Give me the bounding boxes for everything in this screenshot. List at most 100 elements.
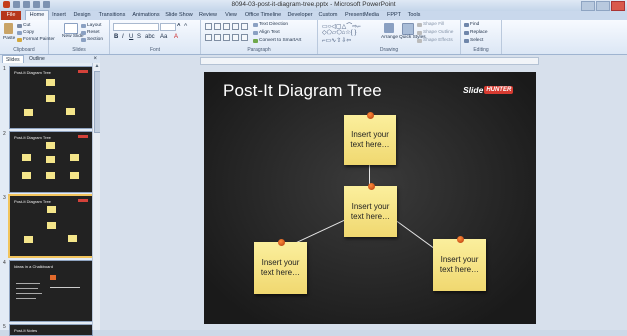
thumbnail-3[interactable]: Post-It Diagram Tree [8, 194, 94, 258]
tab-fppt[interactable]: FPPT [386, 11, 402, 20]
thumbnail-5[interactable]: Post-It Notes [9, 324, 93, 336]
tab-animations[interactable]: Animations [131, 11, 161, 20]
columns-icon[interactable] [241, 34, 248, 41]
post-it-note[interactable]: Insert your text here… [344, 183, 397, 237]
font-size-box[interactable] [160, 23, 176, 31]
underline-button[interactable]: U [129, 34, 133, 40]
shape-outline-button[interactable]: Shape Outline [417, 30, 453, 35]
paste-button[interactable]: Paste [3, 36, 15, 41]
tab-developer[interactable]: Developer [286, 11, 314, 20]
window-controls [581, 1, 625, 11]
clipboard-group: Paste Cut Copy Format Painter Clipboard [0, 20, 55, 54]
text-direction-button[interactable]: Text Direction [253, 22, 288, 27]
justify-icon[interactable] [232, 34, 239, 41]
shadow-button[interactable]: S [137, 34, 141, 40]
tab-office-timeline[interactable]: Office Timeline [243, 11, 283, 20]
pane-close-button[interactable]: × [93, 55, 97, 63]
tab-insert[interactable]: Insert [49, 11, 69, 20]
replace-icon [464, 30, 469, 35]
slide-title[interactable]: Post-It Diagram Tree [223, 81, 382, 101]
tab-design[interactable]: Design [71, 11, 93, 20]
pin-icon [367, 183, 375, 190]
shrink-font-button[interactable]: A [184, 23, 187, 28]
tab-file[interactable]: File [1, 11, 21, 20]
find-button[interactable]: Find [464, 22, 479, 27]
find-icon [464, 22, 469, 27]
reset-button[interactable]: Reset [81, 30, 100, 35]
slides-pane-tabs: Slides Outline × [0, 55, 100, 64]
new-slide-icon [64, 23, 78, 34]
tab-outline[interactable]: Outline [26, 55, 48, 63]
strikethrough-button[interactable]: abc [145, 34, 155, 40]
shape-fill-button[interactable]: Shape Fill [417, 22, 444, 27]
align-right-icon[interactable] [223, 34, 230, 41]
tab-review[interactable]: Review [197, 11, 219, 20]
section-icon [81, 37, 86, 42]
thumbnail-title: Post-It Notes [14, 328, 38, 333]
note-text-line2: text here… [260, 268, 301, 277]
tab-custom[interactable]: Custom [317, 11, 339, 20]
font-color-button[interactable]: A [174, 34, 178, 40]
thumbnail-2[interactable]: Post-It Diagram Tree [9, 131, 93, 193]
thumbnail-logo [78, 199, 88, 202]
thumbnail-number: 4 [3, 260, 6, 266]
align-text-button[interactable]: Align Text [253, 30, 280, 35]
tab-slide-show[interactable]: Slide Show [164, 11, 194, 20]
tab-tools[interactable]: Tools [405, 11, 423, 20]
thumbnail-note [46, 156, 55, 163]
tab-home[interactable]: Home [25, 10, 49, 20]
section-button[interactable]: Section [81, 37, 103, 42]
pin-icon [456, 236, 464, 243]
slide-canvas[interactable]: Post-It Diagram Tree Slide HUNTER Insert… [204, 72, 536, 324]
select-button[interactable]: Select [464, 38, 483, 43]
change-case-button[interactable]: Aa [160, 34, 167, 40]
note-text-line2: text here… [350, 211, 391, 221]
post-it-note[interactable]: Insert your text here… [433, 236, 486, 291]
align-left-icon[interactable] [205, 34, 212, 41]
thumbnail-note [47, 222, 56, 229]
grow-font-button[interactable]: A [177, 23, 180, 28]
thumbnail-note [70, 172, 79, 179]
outline-icon [417, 30, 422, 35]
font-name-box[interactable] [113, 23, 159, 31]
minimize-button[interactable] [581, 1, 595, 11]
cut-button[interactable]: Cut [17, 23, 30, 28]
decrease-indent-icon[interactable] [223, 23, 230, 30]
thumbnail-note [22, 172, 31, 179]
post-it-note[interactable]: Insert your text here… [254, 239, 307, 294]
align-center-icon[interactable] [214, 34, 221, 41]
line-spacing-icon[interactable] [241, 23, 248, 30]
increase-indent-icon[interactable] [232, 23, 239, 30]
copy-button[interactable]: Copy [17, 30, 34, 35]
shapes-gallery-row3[interactable]: ⌐▭∿⇧⇩⇦ [322, 37, 351, 44]
tab-transitions[interactable]: Transitions [96, 11, 128, 20]
bold-button[interactable]: B [114, 34, 118, 40]
tab-view[interactable]: View [222, 11, 240, 20]
bullets-icon[interactable] [205, 23, 212, 30]
thumbnail-title: Post-It Diagram Tree [14, 70, 51, 75]
ribbon: Paste Cut Copy Format Painter Clipboard … [0, 20, 627, 55]
text-direction-label: Text Direction [259, 22, 289, 27]
thumbnail-4[interactable]: Ideas in a Chalkboard [9, 260, 93, 322]
maximize-button[interactable] [596, 1, 610, 11]
shape-effects-button[interactable]: Shape Effects [417, 38, 453, 43]
close-button[interactable] [611, 1, 625, 11]
shapes-gallery-row2[interactable]: ◇⬠▱⬡⌂☆{ } [322, 29, 356, 36]
tab-presentmedia[interactable]: PresentMedia [342, 11, 382, 20]
shape-effects-label: Shape Effects [423, 38, 453, 43]
reset-label: Reset [87, 30, 100, 35]
convert-smartart-button[interactable]: Convert to SmartArt [253, 38, 301, 43]
thumbnail-1[interactable]: Post-It Diagram Tree [9, 66, 93, 129]
thumbnail-note [66, 108, 75, 115]
numbering-icon[interactable] [214, 23, 221, 30]
italic-button[interactable]: I [122, 34, 124, 40]
thumbnail-number: 2 [3, 131, 6, 137]
slides-group: New Slide Layout Reset Section Slides [49, 20, 110, 54]
thumbnail-arrow [50, 287, 80, 288]
arrange-button[interactable]: Arrange [381, 35, 398, 40]
thumbnail-note [46, 172, 55, 179]
replace-button[interactable]: Replace [464, 30, 488, 35]
post-it-note[interactable]: Insert your text here… [344, 112, 396, 165]
layout-button[interactable]: Layout [81, 23, 101, 28]
thumbnail-number: 3 [3, 195, 6, 201]
